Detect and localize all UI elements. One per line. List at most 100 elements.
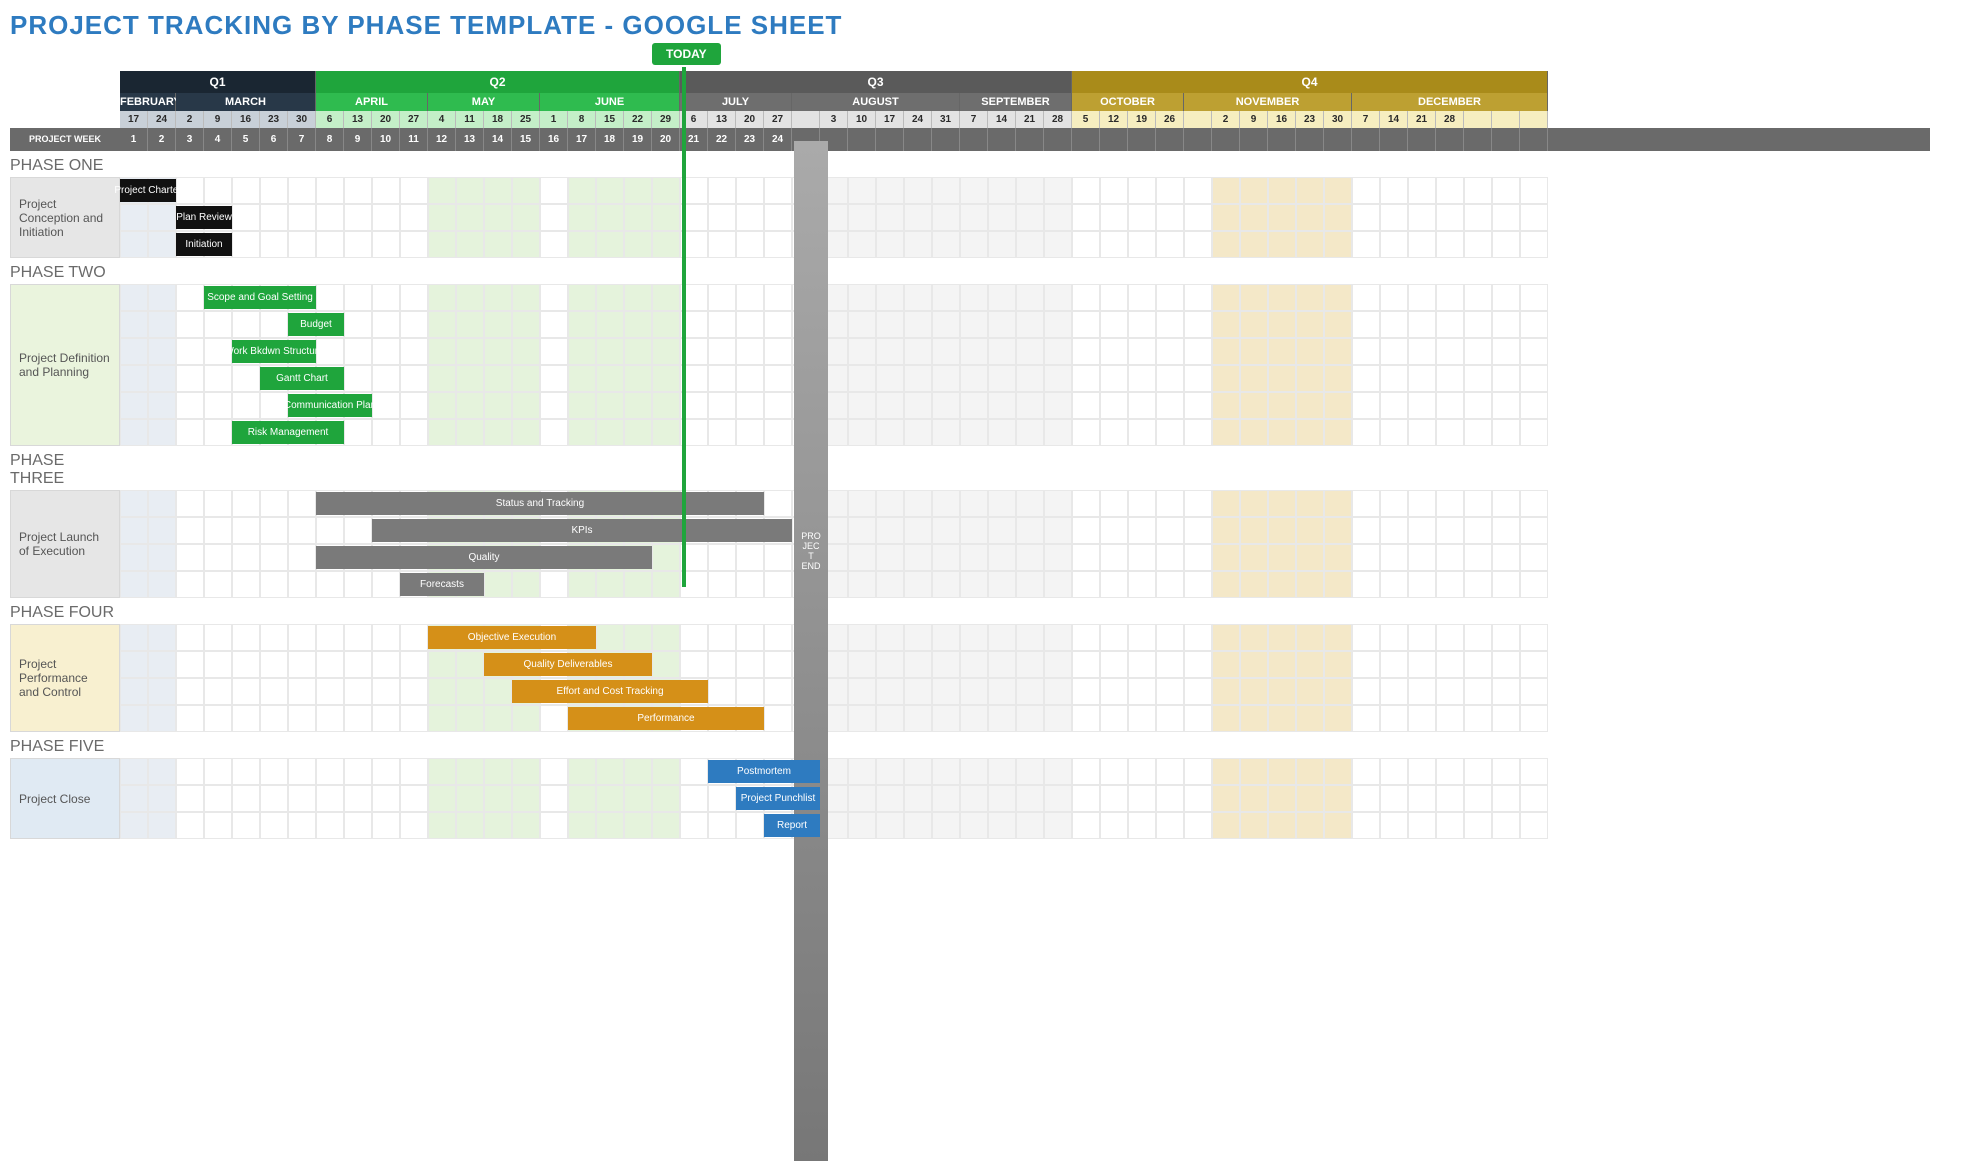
grid-cell (848, 284, 876, 311)
phase-title: PHASE FIVE (10, 732, 120, 758)
grid-cell (904, 365, 932, 392)
grid-cell (988, 231, 1016, 258)
task-bar[interactable]: Scope and Goal Setting (204, 286, 316, 309)
grid-cell (204, 311, 232, 338)
grid-cell (1156, 678, 1184, 705)
grid-cell (652, 284, 680, 311)
grid-cell (232, 231, 260, 258)
grid-cell (1380, 544, 1408, 571)
task-bar[interactable]: Objective Execution (428, 626, 596, 649)
grid-cell (708, 624, 736, 651)
grid-cell (1380, 311, 1408, 338)
task-bar[interactable]: Forecasts (400, 573, 484, 596)
grid-cell (1464, 812, 1492, 839)
grid-cell (512, 177, 540, 204)
grid-cell (1184, 365, 1212, 392)
grid-cell (1352, 571, 1380, 598)
date-cell: 30 (1324, 111, 1352, 128)
grid-cell (596, 311, 624, 338)
grid-cell (904, 705, 932, 732)
grid-cell (1128, 204, 1156, 231)
grid-cell (932, 284, 960, 311)
task-bar[interactable]: Postmortem (708, 760, 820, 783)
task-bar[interactable]: Status and Tracking (316, 492, 764, 515)
grid-cell (1268, 705, 1296, 732)
grid-cell (1128, 311, 1156, 338)
grid-cell (568, 177, 596, 204)
task-bar[interactable]: Effort and Cost Tracking (512, 680, 708, 703)
grid-cell (1520, 338, 1548, 365)
task-bar[interactable]: Report (764, 814, 820, 837)
grid-cell (1380, 758, 1408, 785)
grid-cell (1324, 571, 1352, 598)
grid-cell (1408, 419, 1436, 446)
grid-cell (260, 785, 288, 812)
grid-cell (1520, 284, 1548, 311)
grid-cell (372, 284, 400, 311)
grid-cell (1212, 177, 1240, 204)
grid-cell (148, 571, 176, 598)
task-bar[interactable]: Work Bkdwn Structure (232, 340, 316, 363)
grid-cell (512, 311, 540, 338)
grid-cell (764, 544, 792, 571)
grid-cell (1296, 517, 1324, 544)
page-title: PROJECT TRACKING BY PHASE TEMPLATE - GOO… (10, 10, 1957, 41)
grid-cell (176, 705, 204, 732)
task-bar[interactable]: Plan Review (176, 206, 232, 229)
grid-cell (652, 231, 680, 258)
grid-cell (288, 705, 316, 732)
grid-cell (456, 651, 484, 678)
grid-cell (568, 812, 596, 839)
task-bar[interactable]: Initiation (176, 233, 232, 256)
grid-cell (260, 204, 288, 231)
task-bar[interactable]: Budget (288, 313, 344, 336)
grid-cell (1100, 517, 1128, 544)
grid-cell (876, 284, 904, 311)
grid-cell (1100, 758, 1128, 785)
grid-cell (960, 365, 988, 392)
phase-title: PHASE ONE (10, 151, 120, 177)
task-bar[interactable]: Communication Plan (288, 394, 372, 417)
grid-cell (1380, 705, 1408, 732)
grid-cell (148, 624, 176, 651)
task-bar[interactable]: KPIs (372, 519, 792, 542)
task-bar[interactable]: Risk Management (232, 421, 344, 444)
grid-cell (1324, 419, 1352, 446)
grid-cell (1408, 338, 1436, 365)
grid-cell (1184, 204, 1212, 231)
grid-cell (1296, 758, 1324, 785)
grid-cell (260, 490, 288, 517)
task-bar[interactable]: Project Punchlist (736, 787, 820, 810)
task-bar[interactable]: Quality (316, 546, 652, 569)
grid-cell (316, 177, 344, 204)
week-cell: 1 (120, 128, 148, 151)
date-cell: 4 (428, 111, 456, 128)
grid-cell (176, 785, 204, 812)
grid-cell (624, 785, 652, 812)
week-cell (1240, 128, 1268, 151)
grid-cell (1296, 365, 1324, 392)
grid-cell (876, 419, 904, 446)
grid-cell (204, 705, 232, 732)
grid-cell (120, 812, 148, 839)
grid-cell (372, 392, 400, 419)
grid-cell (1184, 785, 1212, 812)
task-bar[interactable]: Quality Deliverables (484, 653, 652, 676)
date-cell: 9 (1240, 111, 1268, 128)
grid-cell (848, 571, 876, 598)
grid-cell (988, 651, 1016, 678)
grid-cell (1520, 490, 1548, 517)
grid-cell (736, 678, 764, 705)
task-bar[interactable]: Performance (568, 707, 764, 730)
grid-cell (176, 571, 204, 598)
grid-cell (1128, 392, 1156, 419)
grid-cell (960, 517, 988, 544)
grid-cell (904, 284, 932, 311)
phase-grid: Project ClosePostmortemProject Punchlist… (10, 758, 1930, 839)
task-bar[interactable]: Project Charter (120, 179, 176, 202)
task-bar[interactable]: Gantt Chart (260, 367, 344, 390)
grid-cell (1492, 758, 1520, 785)
grid-cell (680, 651, 708, 678)
grid-cell (932, 812, 960, 839)
date-cell: 28 (1436, 111, 1464, 128)
